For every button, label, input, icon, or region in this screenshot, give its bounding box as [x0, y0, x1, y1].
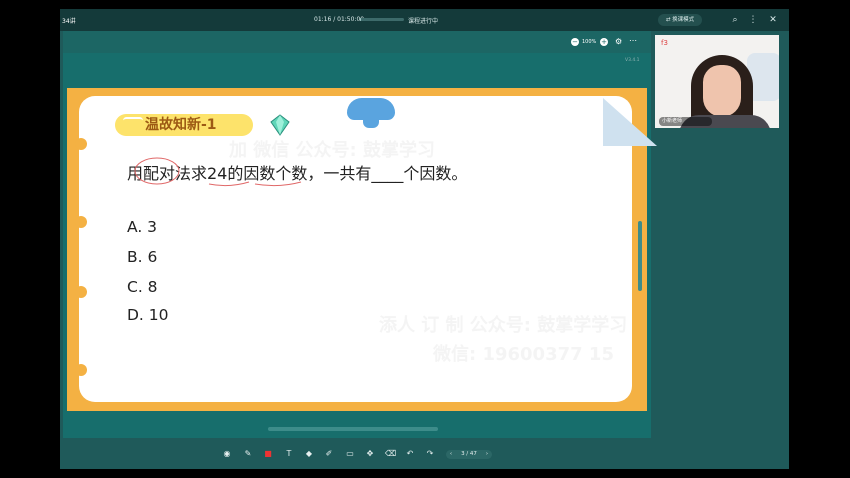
whiteboard: − 100% + ⚙ ⋯ V3.4.1 温故知新-1 加 微信 公众号: 鼓掌学…	[63, 31, 657, 461]
version-label: V3.4.1	[625, 58, 640, 63]
annotation-ink	[134, 157, 302, 187]
slide-card: 温故知新-1 加 微信 公众号: 鼓掌学习 添人 订 制 公众号: 鼓掌学学习 …	[75, 96, 657, 402]
undo-icon[interactable]: ↶	[405, 449, 415, 459]
horizontal-scrollbar[interactable]	[268, 427, 438, 431]
teacher-name-tag: 小新老师	[659, 117, 712, 126]
move-icon[interactable]: ✥	[365, 449, 375, 459]
prev-page-icon[interactable]: ‹	[447, 450, 455, 459]
page-navigator: ‹ 3 / 47 ›	[446, 450, 492, 459]
teacher-video: f3 小新老师	[655, 35, 779, 128]
switch-mode-label: 换课模式	[672, 17, 695, 23]
zoom-in-icon[interactable]: +	[600, 38, 608, 46]
more-icon[interactable]: ⋮	[746, 13, 760, 27]
close-icon[interactable]: ✕	[766, 13, 780, 27]
screen-icon[interactable]: ▭	[345, 449, 355, 459]
slide: 温故知新-1 加 微信 公众号: 鼓掌学习 添人 订 制 公众号: 鼓掌学学习 …	[67, 88, 657, 411]
redo-icon[interactable]: ↷	[425, 449, 435, 459]
switch-mode-button[interactable]: ⇄ 换课模式	[658, 14, 702, 26]
trash-icon[interactable]: ⌫	[385, 449, 396, 459]
playback-progress[interactable]	[360, 18, 404, 21]
settings-icon[interactable]: ⚙	[615, 37, 622, 46]
eraser-icon[interactable]: ✐	[324, 449, 334, 459]
playback-time: 01:16 / 01:50:00	[314, 16, 365, 23]
tag-icon[interactable]: ◆	[304, 449, 314, 459]
top-bar: 34讲 01:16 / 01:50:00 课程进行中 ⇄ 换课模式 ⌕ ⋮ ✕	[60, 9, 789, 31]
board-header: − 100% + ⚙ ⋯	[63, 31, 651, 53]
board-more-icon[interactable]: ⋯	[629, 36, 637, 45]
course-status: 课程进行中	[408, 18, 439, 25]
pen-icon[interactable]: ✎	[243, 449, 253, 459]
record-icon[interactable]: ◉	[222, 449, 232, 459]
zoom-icon[interactable]: ⌕	[728, 13, 742, 27]
teacher-face	[703, 65, 741, 117]
color-swatch[interactable]: ■	[263, 449, 273, 459]
page-number: 3 / 47	[461, 451, 477, 457]
course-title: 34讲	[62, 18, 76, 25]
zoom-out-icon[interactable]: −	[571, 38, 579, 46]
channel-logo: f3	[661, 39, 668, 47]
vertical-scrollbar[interactable]	[638, 221, 642, 291]
next-page-icon[interactable]: ›	[483, 450, 491, 459]
text-icon[interactable]: T	[284, 449, 294, 459]
progress-fill	[360, 18, 361, 21]
zoom-level: 100%	[582, 39, 597, 45]
